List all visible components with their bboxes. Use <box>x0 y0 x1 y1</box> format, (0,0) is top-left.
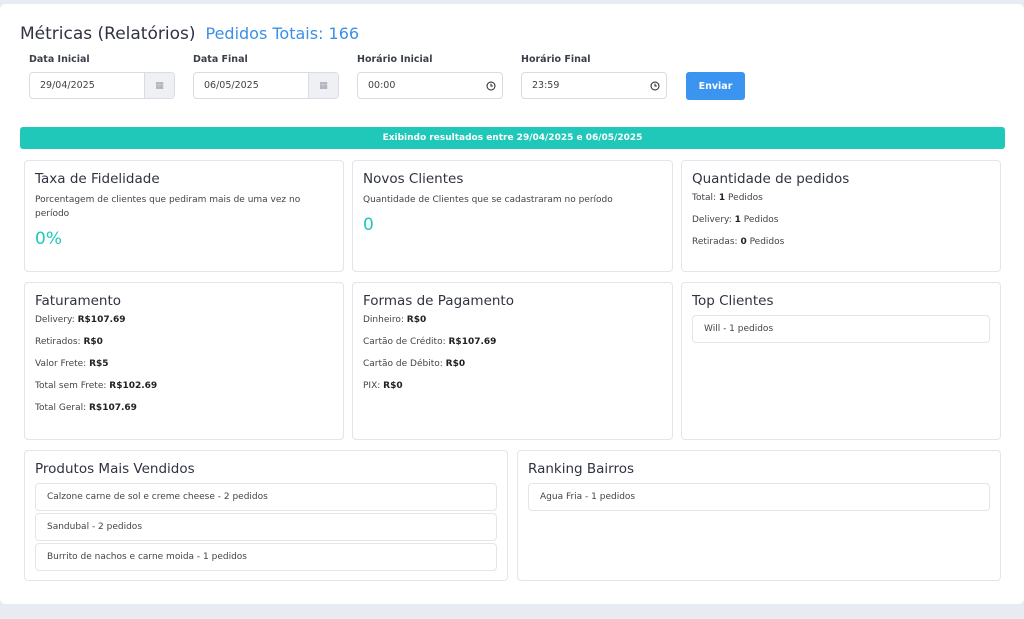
pagamento-card: Formas de Pagamento Dinheiro: R$0 Cartão… <box>352 282 673 440</box>
data-final-input[interactable]: 06/05/2025 ▦ <box>193 72 339 99</box>
horario-inicial-input[interactable]: 00:00 <box>357 72 503 99</box>
pagamento-debito: Cartão de Débito: R$0 <box>363 359 466 369</box>
list-item: Will - 1 pedidos <box>692 315 990 343</box>
horario-final-value: 23:59 <box>532 80 560 91</box>
novos-clientes-title: Novos Clientes <box>363 171 464 187</box>
faturamento-total: Total Geral: R$107.69 <box>35 403 137 413</box>
header: Métricas (Relatórios) Pedidos Totais: 16… <box>20 24 359 44</box>
horario-inicial-field: Horário Inicial 00:00 <box>357 54 503 99</box>
clock-icon[interactable] <box>480 81 502 91</box>
quantidade-total: Total: 1 Pedidos <box>692 193 763 203</box>
novos-clientes-desc: Quantidade de Clientes que se cadastrara… <box>363 195 613 205</box>
results-banner: Exibindo resultados entre 29/04/2025 e 0… <box>20 127 1005 149</box>
list-item: Agua Fria - 1 pedidos <box>528 483 990 511</box>
fidelidade-card: Taxa de Fidelidade Porcentagem de client… <box>24 160 344 272</box>
fidelidade-desc: Porcentagem de clientes que pediram mais… <box>35 195 301 219</box>
produtos-card: Produtos Mais Vendidos Calzone carne de … <box>24 450 508 581</box>
fidelidade-value: 0% <box>35 229 62 249</box>
horario-inicial-label: Horário Inicial <box>357 54 433 65</box>
bairros-title: Ranking Bairros <box>528 461 635 477</box>
faturamento-frete: Valor Frete: R$5 <box>35 359 109 369</box>
faturamento-delivery: Delivery: R$107.69 <box>35 315 126 325</box>
produtos-title: Produtos Mais Vendidos <box>35 461 195 477</box>
pagamento-title: Formas de Pagamento <box>363 293 514 309</box>
page-title: Métricas (Relatórios) <box>20 24 196 44</box>
list-item: Burrito de nachos e carne moida - 1 pedi… <box>35 543 497 571</box>
list-item: Sandubal - 2 pedidos <box>35 513 497 541</box>
enviar-button[interactable]: Enviar <box>686 72 745 100</box>
faturamento-sem-frete: Total sem Frete: R$102.69 <box>35 381 158 391</box>
horario-inicial-value: 00:00 <box>368 80 396 91</box>
quantidade-delivery: Delivery: 1 Pedidos <box>692 215 779 225</box>
quantidade-card: Quantidade de pedidos Total: 1 Pedidos D… <box>681 160 1001 272</box>
horario-final-field: Horário Final 23:59 <box>521 54 667 99</box>
data-inicial-value: 29/04/2025 <box>40 80 95 91</box>
horario-final-label: Horário Final <box>521 54 591 65</box>
horario-final-input[interactable]: 23:59 <box>521 72 667 99</box>
total-orders: Pedidos Totais: 166 <box>205 24 360 43</box>
quantidade-title: Quantidade de pedidos <box>692 171 850 187</box>
pagamento-pix: PIX: R$0 <box>363 381 403 391</box>
top-clientes-title: Top Clientes <box>692 293 774 309</box>
fidelidade-title: Taxa de Fidelidade <box>35 171 160 187</box>
faturamento-card: Faturamento Delivery: R$107.69 Retirados… <box>24 282 344 440</box>
bairros-card: Ranking Bairros Agua Fria - 1 pedidos <box>517 450 1001 581</box>
pagamento-dinheiro: Dinheiro: R$0 <box>363 315 427 325</box>
data-final-field: Data Final 06/05/2025 ▦ <box>193 54 339 99</box>
data-inicial-input[interactable]: 29/04/2025 ▦ <box>29 72 175 99</box>
data-final-label: Data Final <box>193 54 248 65</box>
quantidade-retiradas: Retiradas: 0 Pedidos <box>692 237 785 247</box>
faturamento-retirados: Retirados: R$0 <box>35 337 103 347</box>
faturamento-title: Faturamento <box>35 293 122 309</box>
data-inicial-field: Data Inicial 29/04/2025 ▦ <box>29 54 175 99</box>
clock-icon[interactable] <box>644 81 666 91</box>
pagamento-credito: Cartão de Crédito: R$107.69 <box>363 337 497 347</box>
metrics-panel: Métricas (Relatórios) Pedidos Totais: 16… <box>0 4 1024 604</box>
novos-clientes-card: Novos Clientes Quantidade de Clientes qu… <box>352 160 673 272</box>
data-inicial-label: Data Inicial <box>29 54 90 65</box>
data-final-value: 06/05/2025 <box>204 80 259 91</box>
calendar-icon[interactable]: ▦ <box>144 73 174 98</box>
novos-clientes-value: 0 <box>363 215 374 235</box>
list-item: Calzone carne de sol e creme cheese - 2 … <box>35 483 497 511</box>
top-clientes-card: Top Clientes Will - 1 pedidos <box>681 282 1001 440</box>
calendar-icon[interactable]: ▦ <box>308 73 338 98</box>
